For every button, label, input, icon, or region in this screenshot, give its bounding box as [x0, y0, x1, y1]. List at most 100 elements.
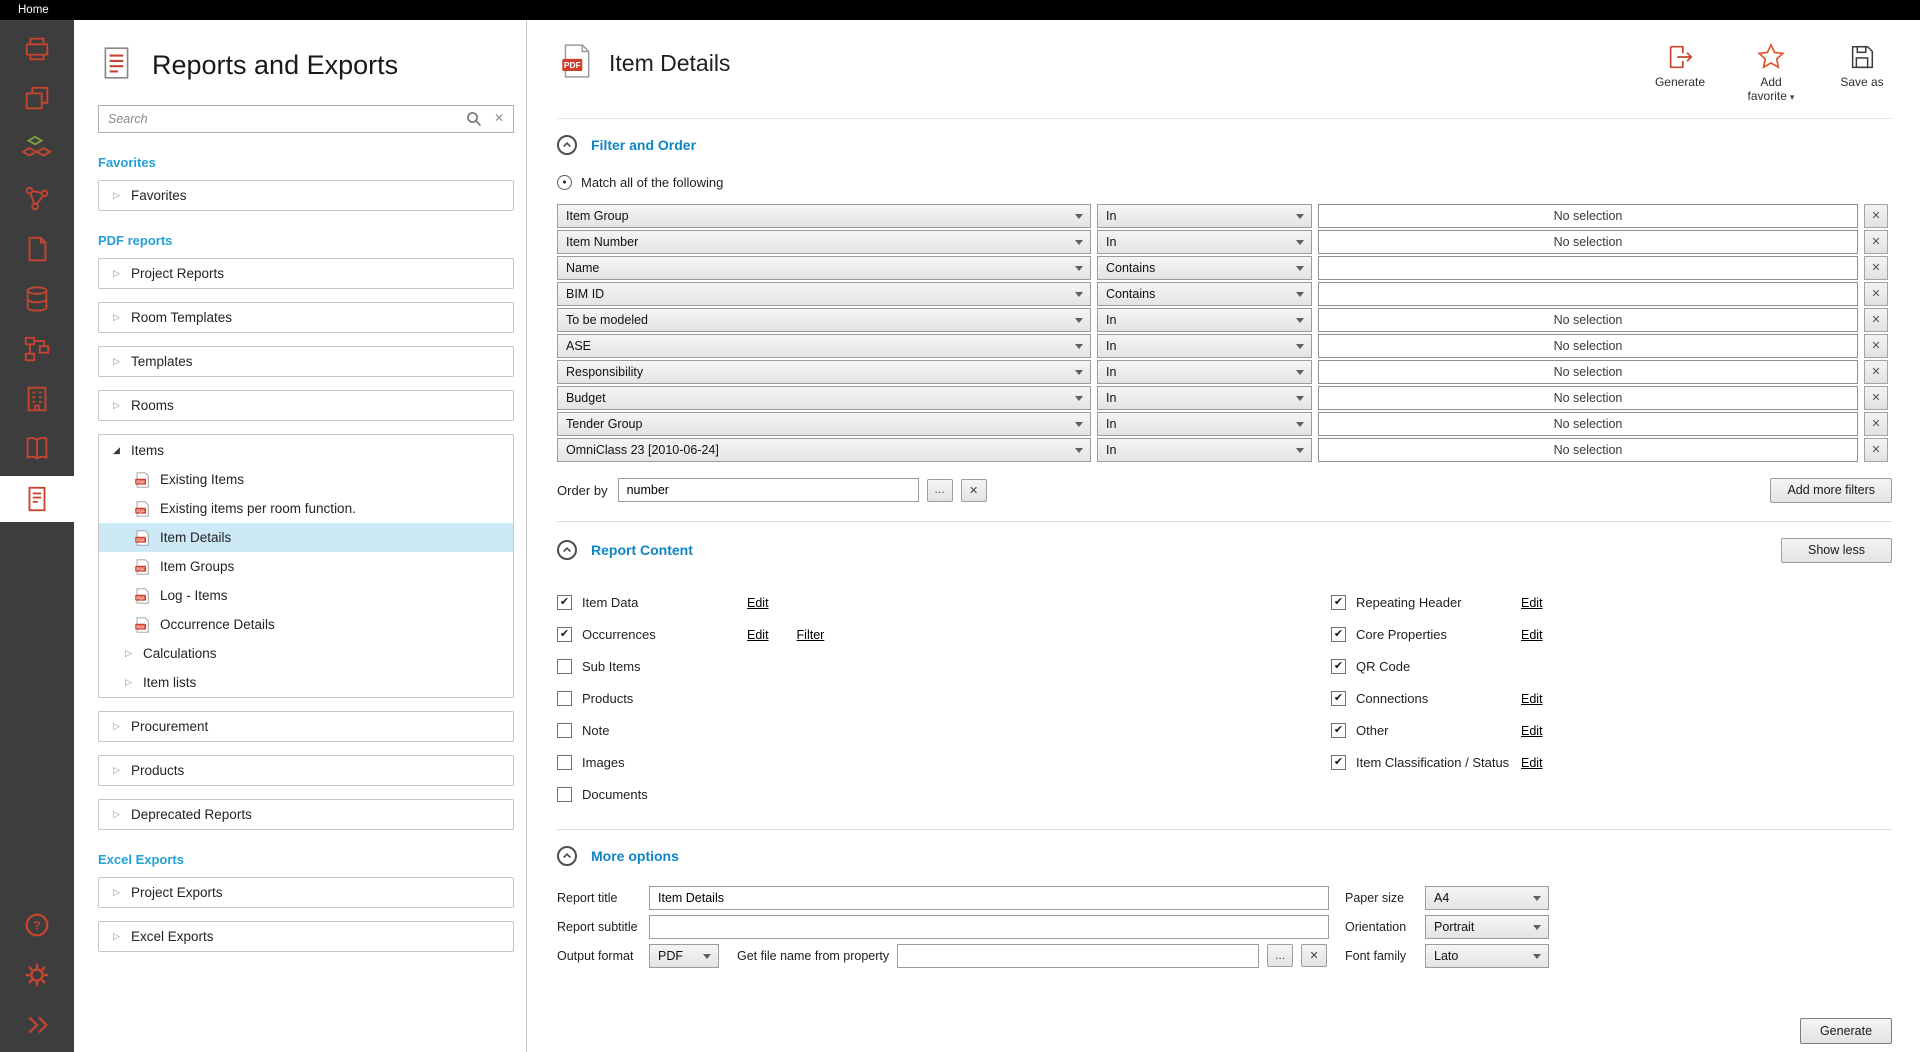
checkbox[interactable] [557, 691, 572, 706]
checkbox[interactable] [557, 787, 572, 802]
collapsed-arrow-icon[interactable]: ▷ [111, 887, 122, 898]
remove-filter-button[interactable]: ✕ [1864, 438, 1888, 462]
font-family-select[interactable]: Lato [1425, 944, 1549, 968]
filter-operator-select[interactable]: In [1097, 308, 1312, 332]
tree-item-item-details[interactable]: PDF Item Details [99, 523, 513, 552]
checkbox[interactable] [557, 755, 572, 770]
nav-help[interactable]: ? [0, 902, 74, 948]
edit-link[interactable]: Edit [747, 628, 769, 642]
collapse-section-icon[interactable] [557, 846, 577, 866]
checkbox[interactable]: ✔ [1331, 627, 1346, 642]
filter-operator-select[interactable]: Contains [1097, 256, 1312, 280]
tree-item-favorites[interactable]: ▷Favorites [98, 180, 514, 211]
filter-field-select[interactable]: Item Group [557, 204, 1091, 228]
report-title-input[interactable] [649, 886, 1329, 910]
checkbox[interactable]: ✔ [1331, 723, 1346, 738]
save-as-action[interactable]: Save as [1836, 42, 1888, 104]
filter-field-select[interactable]: Name [557, 256, 1091, 280]
checkbox[interactable]: ✔ [1331, 659, 1346, 674]
file-name-property-input[interactable] [897, 944, 1259, 968]
tree-item-existing-items-per-room-function[interactable]: PDF Existing items per room function. [99, 494, 513, 523]
nav-flowchart[interactable] [0, 326, 74, 372]
filter-field-select[interactable]: BIM ID [557, 282, 1091, 306]
filter-operator-select[interactable]: In [1097, 230, 1312, 254]
collapsed-arrow-icon[interactable]: ▷ [111, 312, 122, 323]
filter-field-select[interactable]: ASE [557, 334, 1091, 358]
checkbox[interactable]: ✔ [1331, 755, 1346, 770]
tree-item-item-lists[interactable]: ▷ Item lists [99, 668, 513, 697]
tree-item-project-reports[interactable]: ▷Project Reports [98, 258, 514, 289]
nav-database[interactable] [0, 276, 74, 322]
order-by-clear-button[interactable]: ✕ [961, 479, 987, 502]
edit-link[interactable]: Edit [1521, 724, 1543, 738]
remove-filter-button[interactable]: ✕ [1864, 204, 1888, 228]
nav-printer[interactable] [0, 26, 74, 72]
edit-link[interactable]: Edit [1521, 628, 1543, 642]
nav-building[interactable] [0, 376, 74, 422]
tree-item-procurement[interactable]: ▷Procurement [98, 711, 514, 742]
filter-field-select[interactable]: Tender Group [557, 412, 1091, 436]
collapsed-arrow-icon[interactable]: ▷ [111, 356, 122, 367]
nav-expand[interactable] [0, 1002, 74, 1048]
collapsed-arrow-icon[interactable]: ▷ [111, 721, 122, 732]
filter-value-box[interactable]: No selection [1318, 438, 1858, 462]
checkbox[interactable]: ✔ [1331, 595, 1346, 610]
show-less-button[interactable]: Show less [1781, 538, 1892, 563]
tree-item-items[interactable]: ◢ Items [99, 435, 513, 465]
add-favorite-action[interactable]: Add favorite▾ [1740, 42, 1802, 104]
tree-item-existing-items[interactable]: PDF Existing Items [99, 465, 513, 494]
search-input[interactable] [98, 105, 514, 133]
remove-filter-button[interactable]: ✕ [1864, 230, 1888, 254]
remove-filter-button[interactable]: ✕ [1864, 412, 1888, 436]
filter-field-select[interactable]: OmniClass 23 [2010-06-24] [557, 438, 1091, 462]
nav-network[interactable] [0, 176, 74, 222]
remove-filter-button[interactable]: ✕ [1864, 282, 1888, 306]
output-format-select[interactable]: PDF [649, 944, 719, 968]
collapsed-arrow-icon[interactable]: ▷ [111, 190, 122, 201]
collapsed-arrow-icon[interactable]: ▷ [111, 400, 122, 411]
filter-field-select[interactable]: Budget [557, 386, 1091, 410]
checkbox[interactable]: ✔ [557, 595, 572, 610]
expanded-arrow-icon[interactable]: ◢ [111, 445, 122, 456]
filter-operator-select[interactable]: In [1097, 386, 1312, 410]
filter-value-box[interactable] [1318, 256, 1858, 280]
checkbox[interactable] [557, 659, 572, 674]
remove-filter-button[interactable]: ✕ [1864, 256, 1888, 280]
tree-item-products[interactable]: ▷Products [98, 755, 514, 786]
filter-field-select[interactable]: To be modeled [557, 308, 1091, 332]
tree-item-excel-exports[interactable]: ▷Excel Exports [98, 921, 514, 952]
tree-item-rooms[interactable]: ▷Rooms [98, 390, 514, 421]
tree-item-templates[interactable]: ▷Templates [98, 346, 514, 377]
nav-reports[interactable] [0, 476, 74, 522]
checkbox[interactable] [557, 723, 572, 738]
collapsed-arrow-icon[interactable]: ▷ [123, 677, 134, 688]
filter-value-box[interactable]: No selection [1318, 360, 1858, 384]
nav-document[interactable] [0, 226, 74, 272]
generate-action[interactable]: Generate [1654, 42, 1706, 104]
filter-value-box[interactable] [1318, 282, 1858, 306]
match-all-radio[interactable]: ● Match all of the following [557, 175, 1892, 190]
filter-operator-select[interactable]: Contains [1097, 282, 1312, 306]
collapse-section-icon[interactable] [557, 540, 577, 560]
filter-value-box[interactable]: No selection [1318, 412, 1858, 436]
remove-filter-button[interactable]: ✕ [1864, 360, 1888, 384]
collapsed-arrow-icon[interactable]: ▷ [111, 765, 122, 776]
tree-item-item-groups[interactable]: PDF Item Groups [99, 552, 513, 581]
tree-item-log-items[interactable]: PDF Log - Items [99, 581, 513, 610]
filter-operator-select[interactable]: In [1097, 438, 1312, 462]
remove-filter-button[interactable]: ✕ [1864, 334, 1888, 358]
orientation-select[interactable]: Portrait [1425, 915, 1549, 939]
remove-filter-button[interactable]: ✕ [1864, 308, 1888, 332]
order-by-browse-button[interactable]: … [927, 479, 953, 502]
edit-link[interactable]: Edit [1521, 756, 1543, 770]
home-menu[interactable]: Home [18, 4, 49, 16]
filter-operator-select[interactable]: In [1097, 412, 1312, 436]
nav-boxes[interactable] [0, 76, 74, 122]
filter-value-box[interactable]: No selection [1318, 204, 1858, 228]
order-by-input[interactable] [618, 478, 919, 502]
add-more-filters-button[interactable]: Add more filters [1770, 478, 1892, 503]
file-name-browse-button[interactable]: … [1267, 944, 1293, 967]
filter-value-box[interactable]: No selection [1318, 230, 1858, 254]
filter-value-box[interactable]: No selection [1318, 308, 1858, 332]
collapsed-arrow-icon[interactable]: ▷ [111, 931, 122, 942]
